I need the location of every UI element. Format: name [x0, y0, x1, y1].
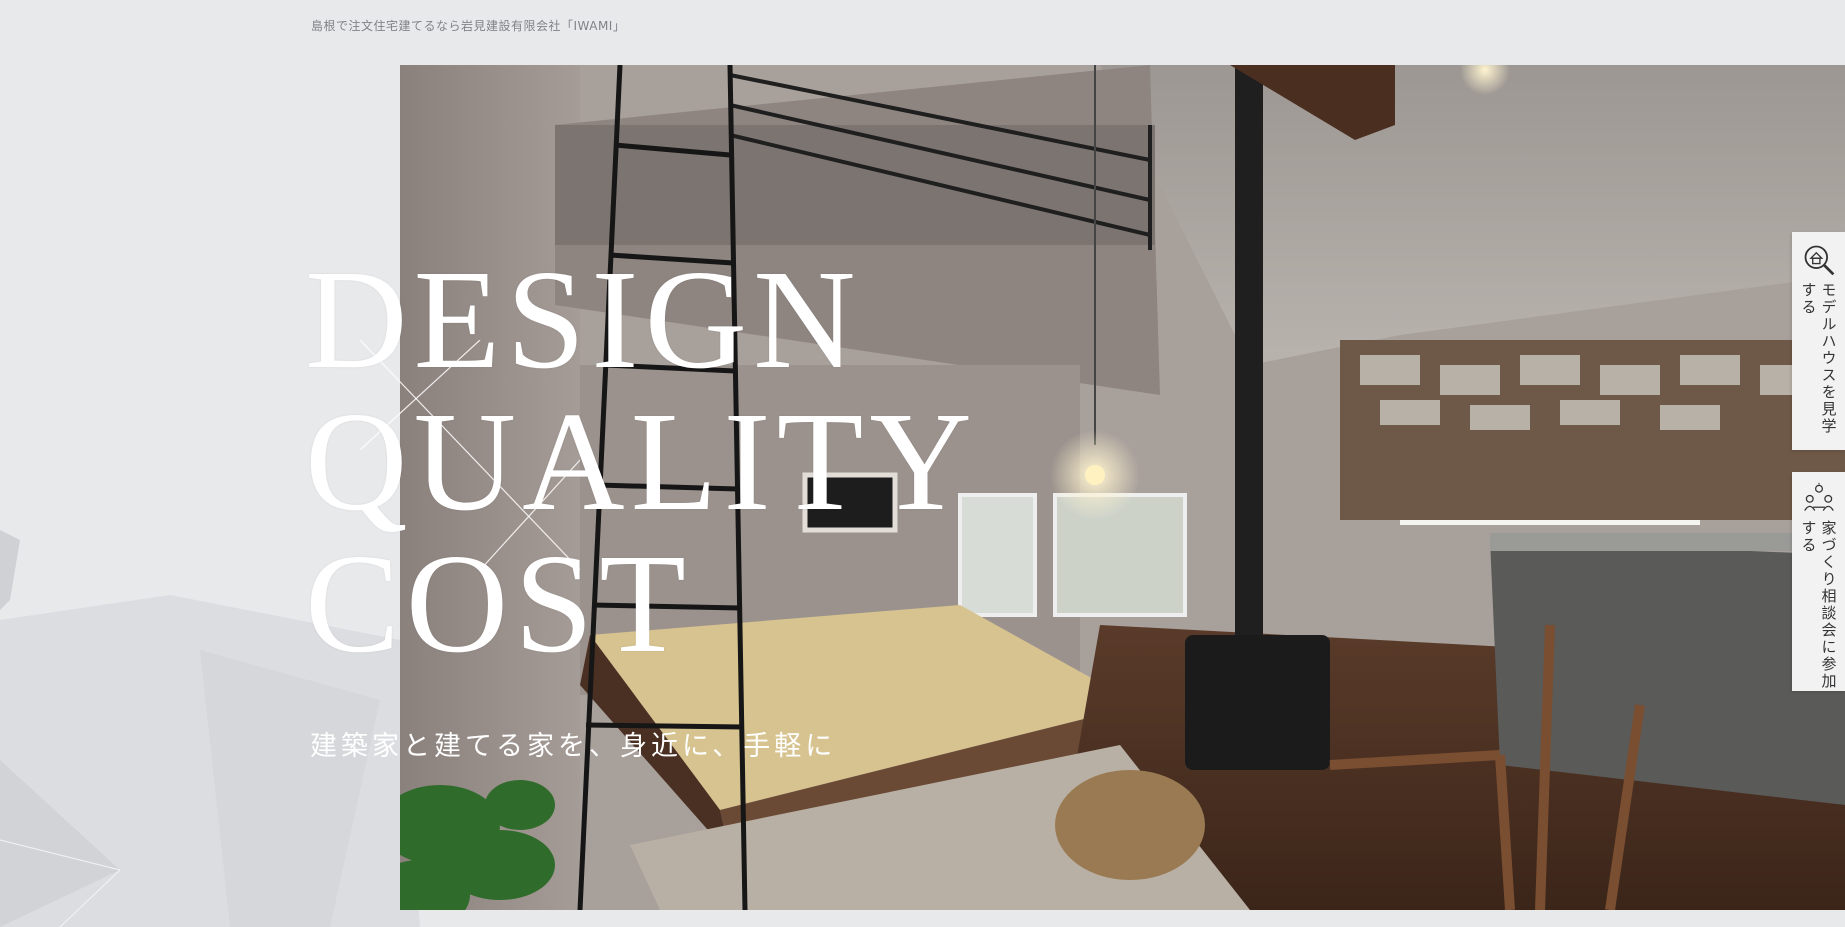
site-tagline: 島根で注文住宅建てるなら岩見建設有限会社「IWAMI」 — [311, 19, 626, 33]
house-search-icon — [1804, 245, 1834, 276]
model-house-tour-tab[interactable]: モデルハウスを見学する — [1792, 232, 1845, 450]
headline-cost: COST — [305, 524, 692, 682]
model-house-tour-label: モデルハウスを見学する — [1799, 281, 1838, 435]
consultation-tab[interactable]: 家づくり相談会に参加する — [1792, 472, 1845, 691]
consultation-label: 家づくり相談会に参加する — [1799, 519, 1838, 690]
consultation-icon — [1803, 482, 1834, 511]
hero-subcopy: 建築家と建てる家を、身近に、手軽に — [310, 731, 837, 762]
hero-headline: DESIGN QUALITY COST — [305, 248, 978, 674]
headline-quality: QUALITY — [305, 382, 978, 540]
headline-design: DESIGN — [305, 240, 862, 398]
